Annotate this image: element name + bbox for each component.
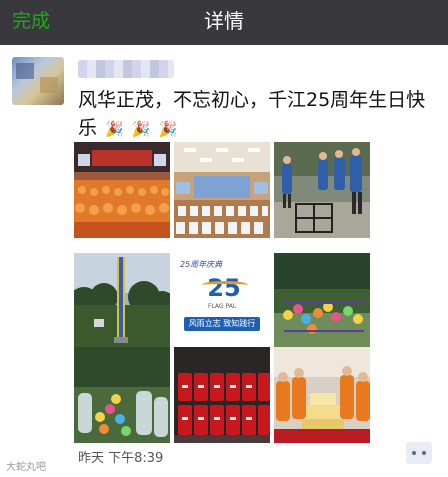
author-name-blurred[interactable] bbox=[78, 60, 174, 78]
photo-birthday-cake-celebration[interactable] bbox=[274, 347, 370, 443]
photo-conference-hall-orange[interactable] bbox=[74, 142, 170, 238]
poster-logo-sub: FLAG PAL bbox=[208, 303, 237, 310]
photo-balloons-outdoor[interactable] bbox=[274, 253, 370, 349]
avatar[interactable] bbox=[12, 57, 64, 105]
photo-auditorium-white-chairs[interactable] bbox=[174, 142, 270, 238]
poster-banner: 风雨立志 致知践行 bbox=[184, 317, 260, 331]
photo-team-activity-blue[interactable] bbox=[274, 142, 370, 238]
poster-logo-swoosh bbox=[202, 281, 248, 289]
more-dots-icon bbox=[412, 451, 416, 455]
poster-top-text: 25周年庆典 bbox=[180, 260, 223, 269]
more-options-button[interactable] bbox=[406, 442, 432, 464]
photo-tower-in-trees[interactable] bbox=[74, 253, 170, 349]
post-timestamp: 昨天 下午8:39 bbox=[78, 451, 164, 466]
watermark: 大蛇丸吧 bbox=[6, 462, 46, 473]
navbar: 完成 详情 bbox=[0, 0, 448, 45]
more-dots-icon bbox=[422, 451, 426, 455]
party-popper-icon: 🎉 bbox=[105, 120, 124, 138]
party-popper-icon: 🎉 bbox=[158, 120, 178, 138]
photo-crowd-balloons-forest[interactable] bbox=[74, 347, 170, 443]
post-text-content: 风华正茂，不忘初心，千江25周年生日快乐 bbox=[78, 89, 426, 139]
photo-anniversary-poster[interactable]: 25周年庆典 25 FLAG PAL 风雨立志 致知践行 bbox=[174, 253, 270, 349]
post-text: 风华正茂，不忘初心，千江25周年生日快乐 🎉 🎉 🎉 bbox=[78, 86, 438, 143]
page-title: 详情 bbox=[204, 9, 244, 33]
party-popper-icon: 🎉 bbox=[131, 120, 151, 138]
photo-red-cans-25[interactable] bbox=[174, 347, 270, 443]
